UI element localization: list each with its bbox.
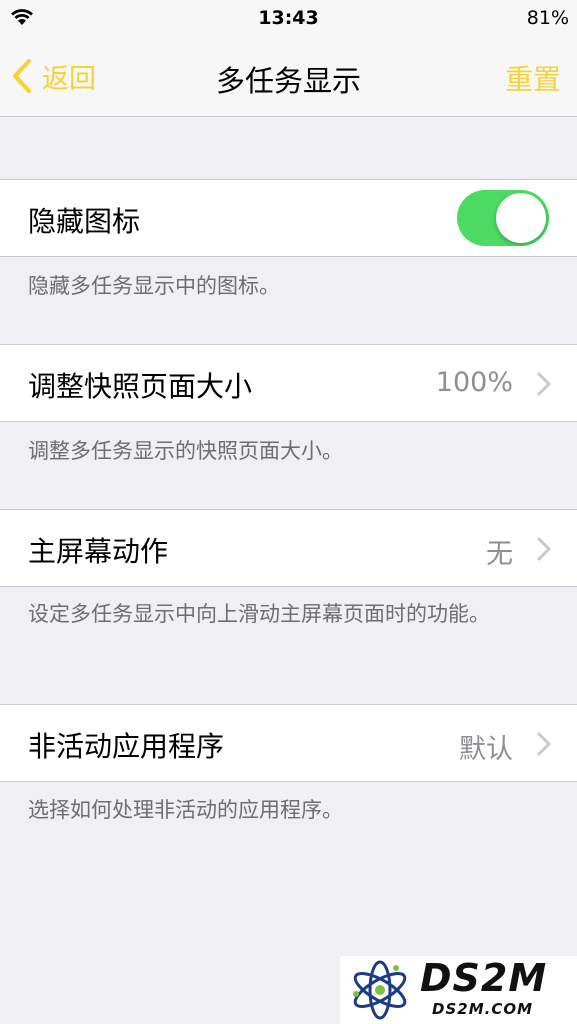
hide-icons-toggle[interactable] [457, 190, 549, 246]
page-title: 多任务显示 [215, 64, 361, 98]
inactive-apps-value: 默认 [459, 734, 513, 765]
toggle-knob [496, 193, 546, 243]
home-action-value: 无 [486, 539, 513, 570]
navigation-bar: 返回 多任务显示 重置 [0, 38, 577, 117]
watermark-url: DS2M.COM [432, 1000, 534, 1018]
chevron-right-icon [537, 537, 551, 561]
inactive-apps-label: 非活动应用程序 [28, 730, 225, 763]
snapshot-size-value: 100% [435, 367, 513, 398]
hide-icons-row[interactable]: 隐藏图标 [0, 179, 577, 257]
battery-percentage: 81% [526, 7, 569, 29]
status-time: 13:43 [258, 7, 319, 29]
snapshot-size-label: 调整快照页面大小 [28, 370, 253, 403]
home-action-row[interactable]: 主屏幕动作 无 [0, 509, 577, 587]
snapshot-size-footnote: 调整多任务显示的快照页面大小。 [28, 439, 343, 463]
chevron-right-icon [537, 732, 551, 756]
snapshot-size-row[interactable]: 调整快照页面大小 100% [0, 344, 577, 422]
status-bar: 13:43 81% [0, 0, 577, 38]
hide-icons-footnote: 隐藏多任务显示中的图标。 [28, 274, 280, 298]
hide-icons-label: 隐藏图标 [28, 205, 141, 238]
atom-logo-icon [353, 960, 407, 1020]
reset-button[interactable]: 重置 [505, 58, 561, 98]
watermark: DS2M DS2M.COM [340, 956, 577, 1024]
home-action-footnote: 设定多任务显示中向上滑动主屏幕页面时的功能。 [28, 602, 490, 626]
inactive-apps-row[interactable]: 非活动应用程序 默认 [0, 704, 577, 782]
inactive-apps-footnote: 选择如何处理非活动的应用程序。 [28, 798, 343, 822]
home-action-label: 主屏幕动作 [28, 535, 169, 568]
watermark-title: DS2M [420, 956, 548, 1000]
chevron-right-icon [537, 372, 551, 396]
